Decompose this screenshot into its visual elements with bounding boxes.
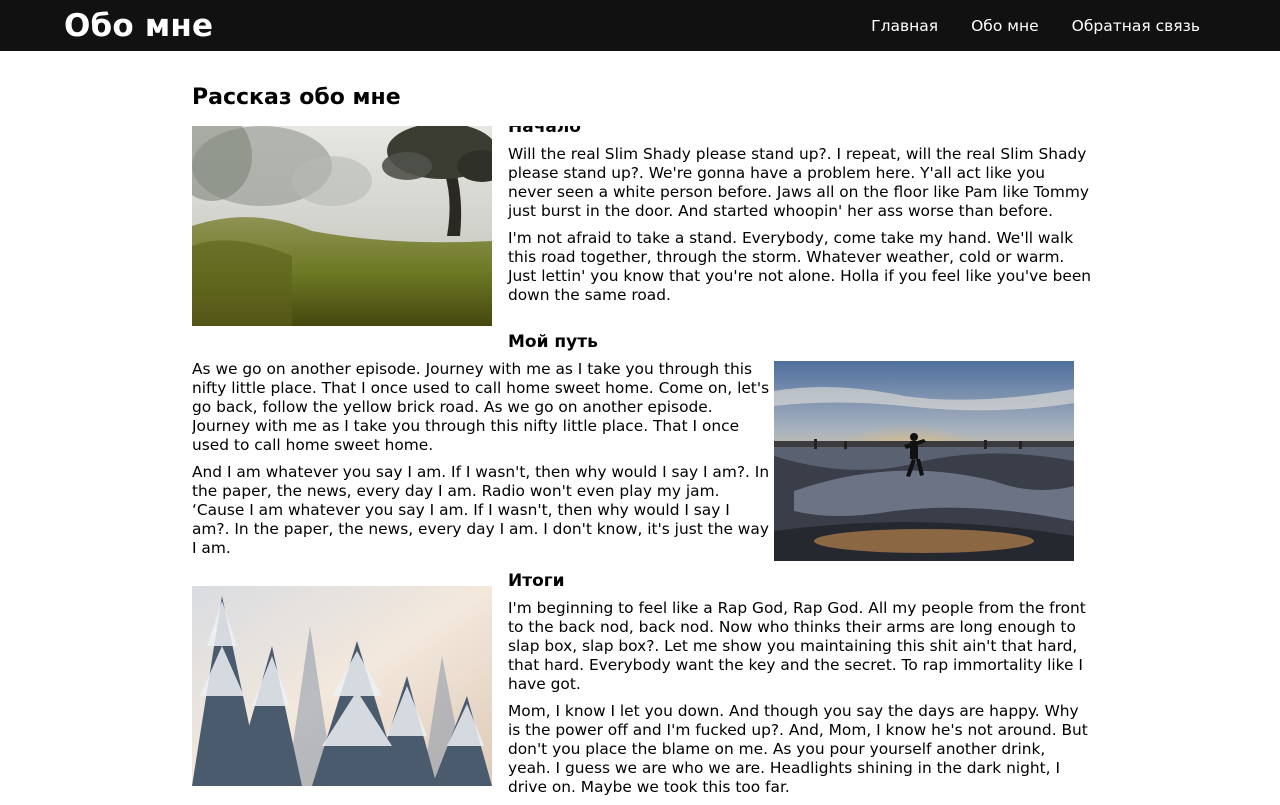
main-nav: Главная Обо мне Обратная связь <box>871 17 1200 35</box>
skatepark-sunset-photo <box>774 361 1074 561</box>
nav-link-home[interactable]: Главная <box>871 17 938 35</box>
section-results: Итоги I'm beginning to feel like a Rap G… <box>192 571 1092 805</box>
snowy-forest-photo <box>192 586 492 786</box>
section-my-path: Мой путь As we go on another episode. Jo… <box>192 332 1092 569</box>
misty-meadow-photo <box>192 126 492 326</box>
brand-logo-link[interactable]: Обо мне <box>64 8 213 44</box>
nav-link-about[interactable]: Обо мне <box>971 17 1039 35</box>
nav-link-feedback[interactable]: Обратная связь <box>1072 17 1200 35</box>
section-heading-my-path: Мой путь <box>508 332 598 352</box>
section-beginning: Начало Will the real Slim Shady please s… <box>192 126 1092 338</box>
top-navbar: Обо мне Главная Обо мне Обратная связь <box>0 0 1280 51</box>
main-content: Рассказ обо мне Начало Will the real Sli… <box>192 85 1092 805</box>
page-title: Рассказ обо мне <box>192 85 401 110</box>
